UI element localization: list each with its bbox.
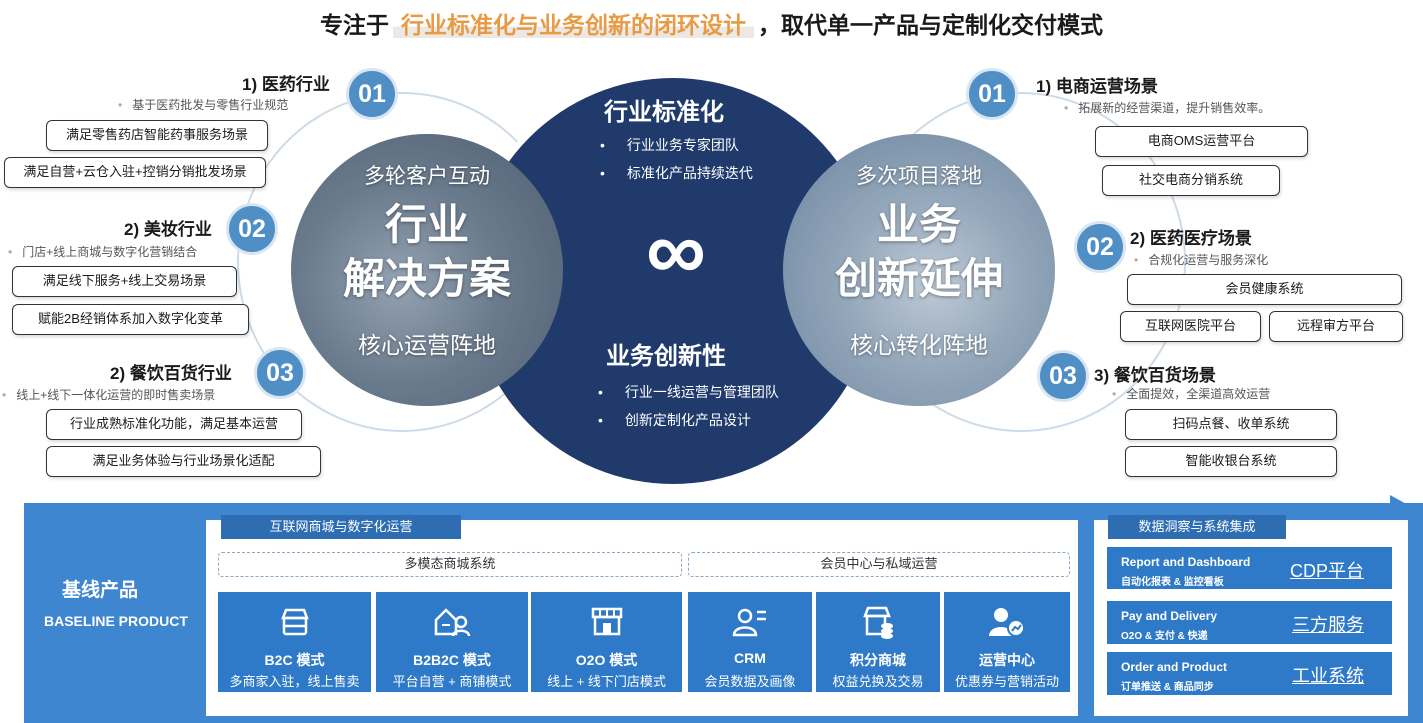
- center-list-item: 行业业务专家团队: [600, 131, 753, 159]
- product-tile-o2o: O2O 模式 线上 + 线下门店模式: [531, 592, 682, 692]
- circle-big-line1: 业务: [876, 201, 961, 248]
- number-badge-02: 02: [1074, 221, 1126, 273]
- number-badge-03: 03: [1037, 350, 1089, 402]
- row-title: Pay and Delivery: [1121, 609, 1218, 623]
- tag-oms-platform: 电商OMS运营平台: [1095, 126, 1308, 157]
- data-row-report: Report and Dashboard 自动化报表 & 监控看板 CDP平台: [1107, 547, 1392, 589]
- product-name: O2O 模式: [575, 652, 638, 668]
- tag-offline-service: 满足线下服务+线上交易场景: [12, 266, 237, 297]
- tag-smart-cashier: 智能收银台系统: [1125, 446, 1337, 477]
- product-subtitle: 平台自营 + 商铺模式: [392, 674, 512, 689]
- row-link-cdp[interactable]: CDP平台: [1290, 557, 1364, 583]
- product-subtitle: 线上 + 线下门店模式: [547, 674, 666, 689]
- tag-member-health: 会员健康系统: [1127, 274, 1402, 305]
- data-panel-header: 数据洞察与系统集成: [1108, 515, 1286, 539]
- section-desc-retail: 全面提效，全渠道高效运营: [1112, 385, 1270, 402]
- tag-2b-distribution: 赋能2B经销体系加入数字化变革: [12, 304, 249, 335]
- band-arrow: [1390, 495, 1412, 519]
- baseline-title-en: BASELINE PRODUCT: [44, 613, 188, 629]
- row-link-industrial[interactable]: 工业系统: [1292, 662, 1364, 688]
- circle-big-text: 行业 解决方案: [291, 198, 563, 306]
- row-subtitle: 订单推送 & 商品同步: [1121, 682, 1214, 693]
- tag-scenario-adaptation: 满足业务体验与行业场景化适配: [46, 446, 321, 477]
- row-subtitle: O2O & 支付 & 快递: [1121, 631, 1208, 642]
- baseline-title-cn: 基线产品: [62, 580, 139, 601]
- product-subtitle: 权益兑换及交易: [832, 674, 924, 689]
- section-title-retail: 3) 餐饮百货场景: [1094, 366, 1216, 385]
- circle-bottom-text: 核心转化阵地: [850, 332, 988, 358]
- section-title-pharma: 1) 医药行业: [242, 75, 330, 94]
- tag-remote-prescription: 远程审方平台: [1269, 311, 1403, 342]
- circle-top-text: 多次项目落地: [856, 165, 982, 188]
- center-title-standardization: 行业标准化: [604, 99, 724, 126]
- circle-top-text: 多轮客户互动: [364, 165, 490, 188]
- tag-pharmacy-service: 满足零售药店智能药事服务场景: [46, 120, 268, 151]
- headline-post: ，取代单一产品与定制化交付模式: [758, 12, 1103, 38]
- tag-pharma-wholesale: 满足自营+云仓入驻+控销分销批发场景: [4, 157, 266, 188]
- center-list-item: 创新定制化产品设计: [598, 406, 779, 434]
- section-desc-ecommerce: 拓展新的经营渠道，提升销售效率。: [1064, 99, 1270, 116]
- section-desc-pharma: 基于医药批发与零售行业规范: [118, 96, 288, 113]
- product-tile-b2b2c: B2B2C 模式 平台自营 + 商铺模式: [376, 592, 528, 692]
- section-title-ecommerce: 1) 电商运营场景: [1036, 77, 1158, 96]
- group-multimodal-mall: 多模态商城系统: [218, 552, 682, 577]
- operation-center-icon: [944, 604, 1070, 645]
- product-subtitle: 多商家入驻，线上售卖: [229, 674, 360, 689]
- section-desc-medical: 合规化运营与服务深化: [1134, 251, 1268, 268]
- circle-bottom-text: 核心运营阵地: [358, 332, 496, 358]
- center-list-item: 标准化产品持续迭代: [600, 159, 753, 187]
- section-title-catering: 2) 餐饮百货行业: [110, 364, 232, 383]
- row-title: Order and Product: [1121, 660, 1228, 674]
- circle-big-line1: 行业: [384, 201, 469, 248]
- tag-scan-order: 扫码点餐、收单系统: [1125, 409, 1337, 440]
- data-row-order: Order and Product 订单推送 & 商品同步 工业系统: [1107, 652, 1392, 695]
- section-title-medical: 2) 医药医疗场景: [1130, 229, 1252, 248]
- section-desc-beauty: 门店+线上商城与数字化营销结合: [8, 243, 197, 260]
- number-badge-01: 01: [346, 68, 398, 120]
- circle-big-line2: 创新延伸: [834, 255, 1003, 302]
- product-tile-points-mall: 积分商城 权益兑换及交易: [816, 592, 940, 692]
- headline-highlight: 行业标准化与业务创新的闭环设计: [393, 12, 754, 38]
- product-name: B2C 模式: [264, 652, 325, 668]
- shop-front-icon: [531, 604, 682, 645]
- tag-internet-hospital: 互联网医院平台: [1120, 311, 1261, 342]
- product-tile-b2c: B2C 模式 多商家入驻，线上售卖: [218, 592, 371, 692]
- tag-standard-features: 行业成熟标准化功能，满足基本运营: [46, 409, 302, 440]
- business-innovation-circle: 多次项目落地 业务 创新延伸 核心转化阵地: [783, 134, 1055, 406]
- industry-solution-circle: 多轮客户互动 行业 解决方案 核心运营阵地: [291, 134, 563, 406]
- mall-panel-header: 互联网商城与数字化运营: [221, 515, 461, 539]
- product-name: 积分商城: [850, 652, 906, 668]
- section-desc-catering: 线上+线下一体化运营的即时售卖场景: [2, 386, 215, 403]
- row-subtitle: 自动化报表 & 监控看板: [1121, 577, 1224, 588]
- data-row-pay: Pay and Delivery O2O & 支付 & 快递 三方服务: [1107, 601, 1392, 644]
- product-name: 运营中心: [979, 652, 1035, 668]
- number-badge-02: 02: [226, 203, 278, 255]
- product-tile-operation-center: 运营中心 优惠券与营销活动: [944, 592, 1070, 692]
- row-link-third-party[interactable]: 三方服务: [1292, 611, 1364, 637]
- section-title-beauty: 2) 美妆行业: [124, 220, 212, 239]
- points-mall-icon: [816, 604, 940, 645]
- store-icon: [218, 604, 371, 645]
- product-subtitle: 会员数据及画像: [704, 674, 796, 689]
- product-name: CRM: [734, 650, 766, 666]
- group-member-center: 会员中心与私域运营: [688, 552, 1070, 577]
- product-tile-crm: CRM 会员数据及画像: [688, 592, 812, 692]
- center-list-item: 行业一线运营与管理团队: [598, 378, 779, 406]
- center-list-innovation: 行业一线运营与管理团队 创新定制化产品设计: [598, 378, 779, 434]
- tag-social-ecommerce: 社交电商分销系统: [1102, 165, 1280, 196]
- crm-icon: [688, 604, 812, 645]
- infinity-icon: ∞: [646, 203, 706, 297]
- headline: 专注于 行业标准化与业务创新的闭环设计 ，取代单一产品与定制化交付模式: [0, 6, 1423, 40]
- product-name: B2B2C 模式: [413, 652, 491, 668]
- number-badge-01: 01: [966, 68, 1018, 120]
- center-title-innovation: 业务创新性: [606, 343, 726, 370]
- product-subtitle: 优惠券与营销活动: [954, 674, 1059, 689]
- b2b2c-icon: [376, 604, 528, 645]
- circle-big-line2: 解决方案: [342, 255, 511, 302]
- circle-big-text: 业务 创新延伸: [783, 198, 1055, 306]
- center-list-standardization: 行业业务专家团队 标准化产品持续迭代: [600, 131, 753, 187]
- row-title: Report and Dashboard: [1121, 555, 1251, 569]
- headline-pre: 专注于: [320, 12, 389, 38]
- number-badge-03: 03: [254, 347, 306, 399]
